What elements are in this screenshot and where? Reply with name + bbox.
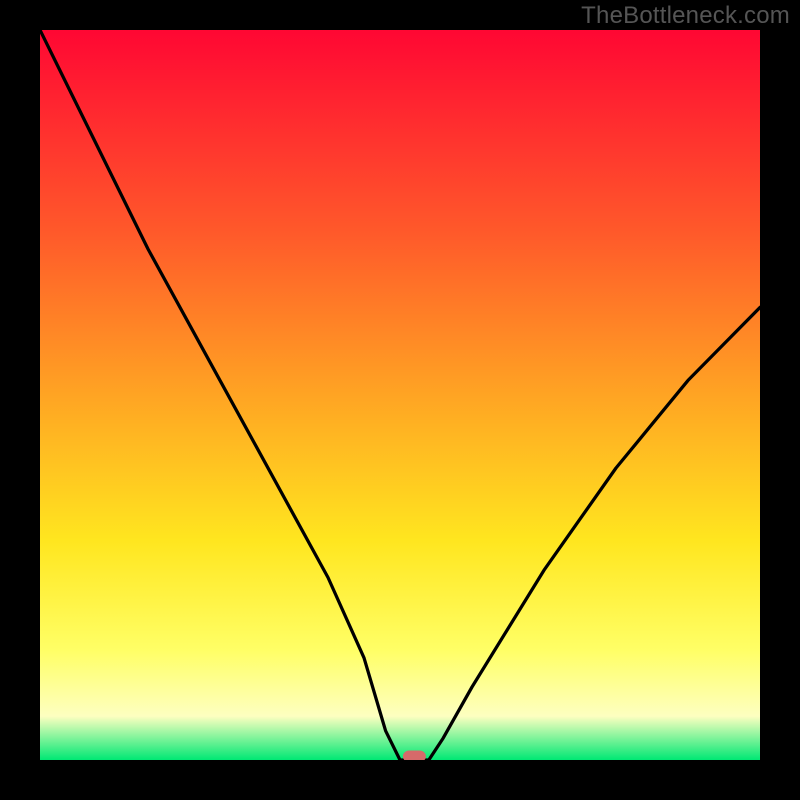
watermark-text: TheBottleneck.com [581, 2, 790, 30]
bottleneck-chart [40, 30, 760, 760]
gradient-background [40, 30, 760, 760]
minimum-marker [403, 751, 426, 760]
chart-frame: TheBottleneck.com [0, 0, 800, 800]
